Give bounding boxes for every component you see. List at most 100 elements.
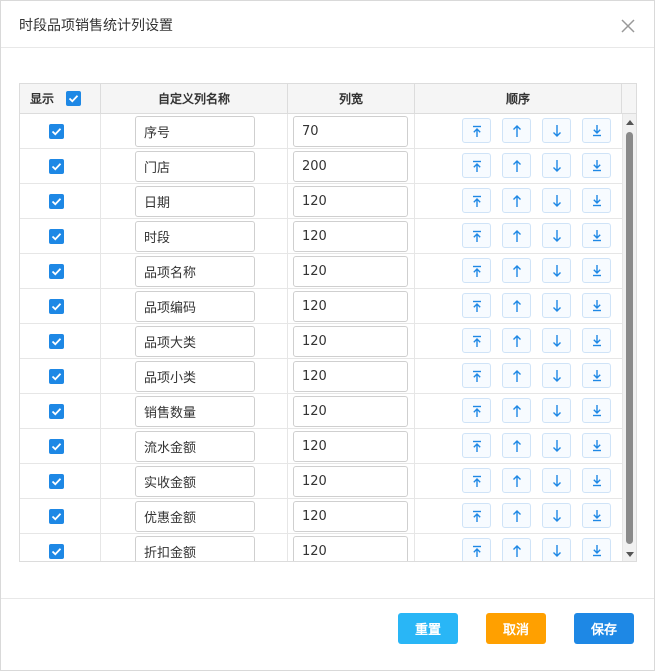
column-name-input[interactable]: 时段 bbox=[135, 221, 255, 252]
show-checkbox[interactable] bbox=[49, 439, 64, 454]
reset-button[interactable]: 重置 bbox=[398, 613, 458, 644]
move-down-button[interactable] bbox=[542, 328, 571, 353]
column-width-input[interactable]: 120 bbox=[293, 466, 408, 497]
column-width-input[interactable]: 120 bbox=[293, 221, 408, 252]
column-width-input[interactable]: 120 bbox=[293, 431, 408, 462]
column-name-input[interactable]: 品项大类 bbox=[135, 326, 255, 357]
move-up-button[interactable] bbox=[502, 503, 531, 528]
move-up-button[interactable] bbox=[502, 188, 531, 213]
move-to-top-button[interactable] bbox=[462, 328, 491, 353]
move-up-button[interactable] bbox=[502, 433, 531, 458]
column-width-input[interactable]: 120 bbox=[293, 536, 408, 561]
move-to-top-button[interactable] bbox=[462, 468, 491, 493]
move-to-top-button[interactable] bbox=[462, 538, 491, 561]
column-name-input[interactable]: 销售数量 bbox=[135, 396, 255, 427]
column-name-input[interactable]: 日期 bbox=[135, 186, 255, 217]
scroll-down-arrow-icon[interactable] bbox=[626, 552, 634, 557]
move-to-bottom-button[interactable] bbox=[582, 293, 611, 318]
cancel-button[interactable]: 取消 bbox=[486, 613, 546, 644]
column-name-input[interactable]: 序号 bbox=[135, 116, 255, 147]
move-down-button[interactable] bbox=[542, 153, 571, 178]
show-checkbox[interactable] bbox=[49, 509, 64, 524]
move-to-top-button[interactable] bbox=[462, 363, 491, 388]
show-checkbox[interactable] bbox=[49, 264, 64, 279]
move-to-bottom-button[interactable] bbox=[582, 188, 611, 213]
column-width-input[interactable]: 200 bbox=[293, 151, 408, 182]
column-name-input[interactable]: 流水金额 bbox=[135, 431, 255, 462]
show-checkbox[interactable] bbox=[49, 229, 64, 244]
move-up-button[interactable] bbox=[502, 293, 531, 318]
move-to-top-button[interactable] bbox=[462, 258, 491, 283]
move-up-button[interactable] bbox=[502, 328, 531, 353]
move-to-bottom-button[interactable] bbox=[582, 363, 611, 388]
column-name-input[interactable]: 门店 bbox=[135, 151, 255, 182]
move-down-button[interactable] bbox=[542, 433, 571, 458]
move-up-button[interactable] bbox=[502, 258, 531, 283]
move-to-bottom-button[interactable] bbox=[582, 398, 611, 423]
move-to-top-button[interactable] bbox=[462, 223, 491, 248]
move-down-button[interactable] bbox=[542, 398, 571, 423]
move-up-button[interactable] bbox=[502, 363, 531, 388]
column-width-input[interactable]: 120 bbox=[293, 326, 408, 357]
scroll-up-arrow-icon[interactable] bbox=[626, 120, 634, 125]
move-to-top-button[interactable] bbox=[462, 118, 491, 143]
column-name-input[interactable]: 实收金额 bbox=[135, 466, 255, 497]
show-checkbox[interactable] bbox=[49, 194, 64, 209]
column-width-input[interactable]: 120 bbox=[293, 361, 408, 392]
move-to-bottom-button[interactable] bbox=[582, 538, 611, 561]
save-button[interactable]: 保存 bbox=[574, 613, 634, 644]
move-down-button[interactable] bbox=[542, 293, 571, 318]
move-to-top-button[interactable] bbox=[462, 503, 491, 528]
column-width-input[interactable]: 70 bbox=[293, 116, 408, 147]
show-checkbox[interactable] bbox=[49, 299, 64, 314]
move-up-button[interactable] bbox=[502, 118, 531, 143]
move-up-button[interactable] bbox=[502, 153, 531, 178]
move-to-top-button[interactable] bbox=[462, 398, 491, 423]
move-down-button[interactable] bbox=[542, 468, 571, 493]
move-down-button[interactable] bbox=[542, 223, 571, 248]
move-up-button[interactable] bbox=[502, 398, 531, 423]
vertical-scrollbar[interactable] bbox=[622, 114, 636, 561]
move-down-button[interactable] bbox=[542, 118, 571, 143]
select-all-checkbox[interactable] bbox=[66, 91, 82, 106]
show-checkbox[interactable] bbox=[49, 369, 64, 384]
show-checkbox[interactable] bbox=[49, 404, 64, 419]
column-name-input[interactable]: 折扣金额 bbox=[135, 536, 255, 561]
move-down-button[interactable] bbox=[542, 188, 571, 213]
column-width-input[interactable]: 120 bbox=[293, 291, 408, 322]
column-name-input[interactable]: 优惠金额 bbox=[135, 501, 255, 532]
show-checkbox[interactable] bbox=[49, 474, 64, 489]
move-to-bottom-button[interactable] bbox=[582, 328, 611, 353]
column-name-input[interactable]: 品项名称 bbox=[135, 256, 255, 287]
move-to-top-button[interactable] bbox=[462, 188, 491, 213]
column-width-input[interactable]: 120 bbox=[293, 501, 408, 532]
move-to-top-button[interactable] bbox=[462, 293, 491, 318]
show-checkbox[interactable] bbox=[49, 124, 64, 139]
move-to-bottom-button[interactable] bbox=[582, 503, 611, 528]
show-checkbox[interactable] bbox=[49, 544, 64, 559]
column-width-input[interactable]: 120 bbox=[293, 186, 408, 217]
move-to-bottom-button[interactable] bbox=[582, 223, 611, 248]
move-to-top-button[interactable] bbox=[462, 433, 491, 458]
move-to-bottom-button[interactable] bbox=[582, 468, 611, 493]
scrollbar-thumb[interactable] bbox=[626, 132, 633, 544]
move-down-button[interactable] bbox=[542, 538, 571, 561]
show-checkbox[interactable] bbox=[49, 159, 64, 174]
column-width-input[interactable]: 120 bbox=[293, 256, 408, 287]
column-name-input[interactable]: 品项小类 bbox=[135, 361, 255, 392]
show-checkbox[interactable] bbox=[49, 334, 64, 349]
move-to-bottom-button[interactable] bbox=[582, 433, 611, 458]
column-name-input[interactable]: 品项编码 bbox=[135, 291, 255, 322]
move-to-bottom-button[interactable] bbox=[582, 118, 611, 143]
move-to-top-button[interactable] bbox=[462, 153, 491, 178]
move-to-bottom-button[interactable] bbox=[582, 153, 611, 178]
move-up-button[interactable] bbox=[502, 538, 531, 561]
move-down-button[interactable] bbox=[542, 363, 571, 388]
move-up-button[interactable] bbox=[502, 223, 531, 248]
move-down-button[interactable] bbox=[542, 258, 571, 283]
move-to-bottom-button[interactable] bbox=[582, 258, 611, 283]
close-icon[interactable] bbox=[619, 17, 637, 35]
move-up-button[interactable] bbox=[502, 468, 531, 493]
column-width-input[interactable]: 120 bbox=[293, 396, 408, 427]
move-down-button[interactable] bbox=[542, 503, 571, 528]
